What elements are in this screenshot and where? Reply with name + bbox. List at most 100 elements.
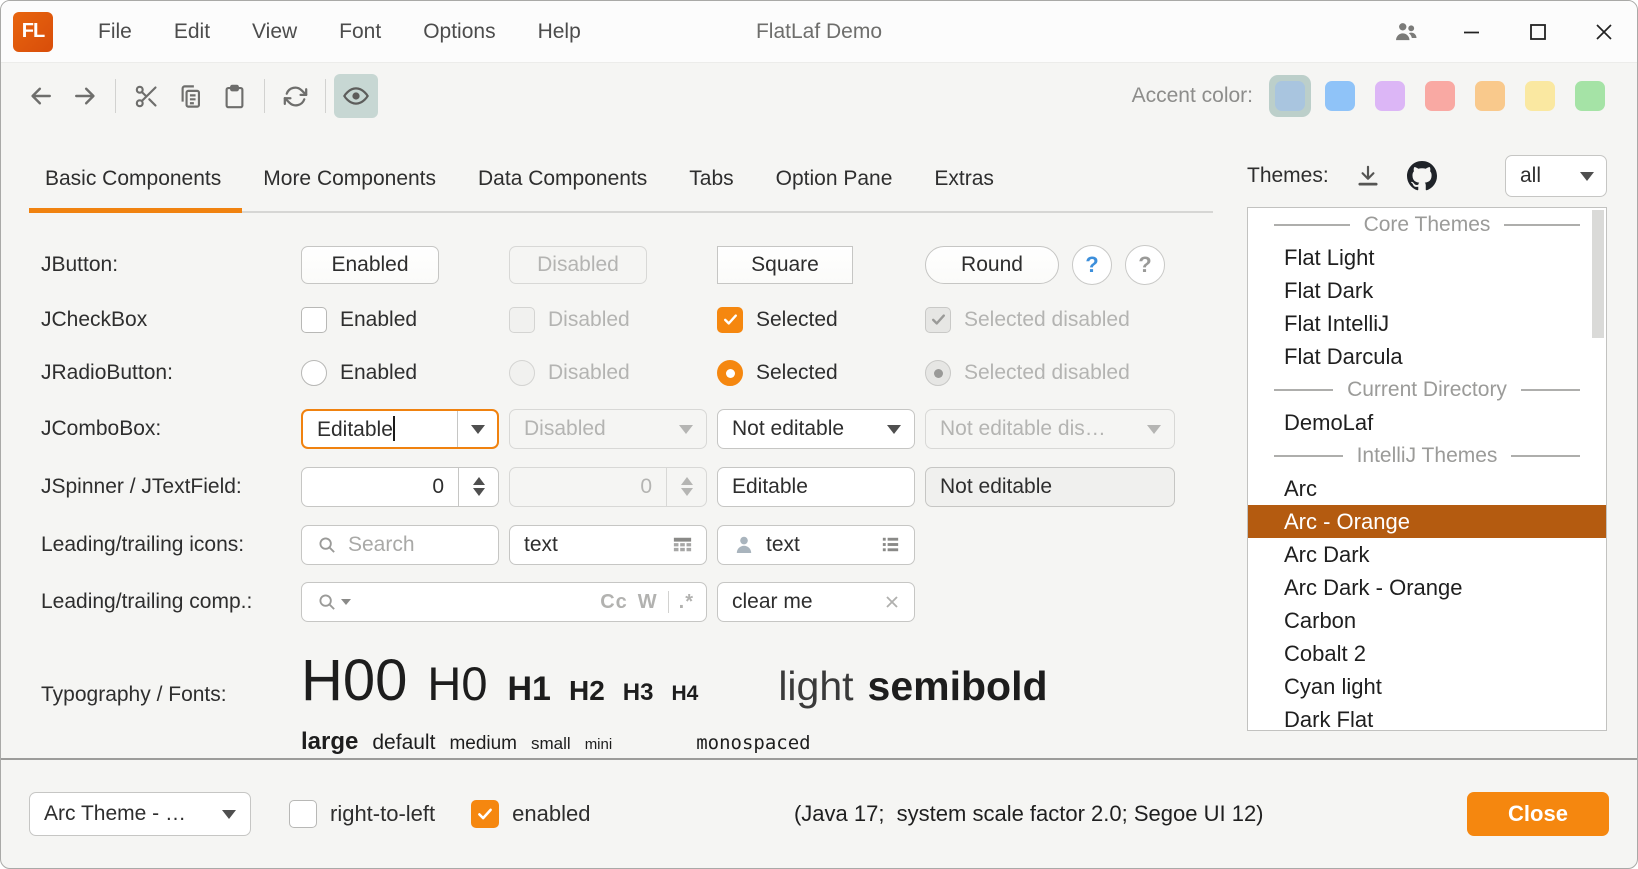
match-case-button[interactable]: Cc [600, 591, 628, 614]
menu-item-view[interactable]: View [231, 12, 318, 52]
radio-selected[interactable]: Selected [717, 360, 915, 386]
theme-item-dark-flat[interactable]: Dark Flat [1248, 703, 1606, 731]
radio-enabled[interactable]: Enabled [301, 360, 499, 386]
search-icon [316, 534, 338, 556]
themes-filter-combobox[interactable]: all [1505, 155, 1607, 197]
enabled-checkbox[interactable]: enabled [471, 800, 590, 828]
regex-button[interactable]: .* [679, 591, 694, 614]
date-field[interactable]: text [509, 525, 707, 565]
help-button-gray[interactable]: ? [1125, 245, 1165, 285]
theme-item-carbon[interactable]: Carbon [1248, 604, 1606, 637]
accent-swatch-blue-muted[interactable] [1269, 75, 1311, 117]
accent-swatch-purple[interactable] [1369, 75, 1411, 117]
textfield-value[interactable]: Editable [732, 475, 902, 499]
clearable-field-value[interactable]: clear me [732, 590, 872, 614]
theme-item-arc-orange[interactable]: Arc - Orange [1248, 505, 1606, 538]
combobox-value[interactable]: Editable [317, 418, 393, 441]
theme-item-arc-dark-orange[interactable]: Arc Dark - Orange [1248, 571, 1606, 604]
copy-button[interactable] [168, 74, 212, 118]
theme-selector-combobox[interactable]: Arc Theme - … [29, 792, 251, 836]
radio-icon[interactable] [301, 360, 327, 386]
accent-swatch-yellow[interactable] [1519, 75, 1561, 117]
combobox-not-editable[interactable]: Not editable [717, 409, 915, 449]
calendar-icon[interactable] [671, 533, 694, 556]
search-with-options-field[interactable]: Cc W .* [301, 582, 707, 622]
checkbox-checked-icon[interactable] [471, 800, 499, 828]
square-button[interactable]: Square [717, 246, 853, 284]
search-menu-button[interactable] [316, 591, 351, 613]
minimize-button[interactable] [1439, 1, 1505, 62]
round-button[interactable]: Round [925, 246, 1059, 284]
accent-swatch-red[interactable] [1419, 75, 1461, 117]
theme-item-flat-light[interactable]: Flat Light [1248, 241, 1606, 274]
theme-item-flat-intellij[interactable]: Flat IntelliJ [1248, 307, 1606, 340]
close-window-button[interactable] [1571, 1, 1637, 62]
cut-button[interactable] [124, 74, 168, 118]
paste-button[interactable] [212, 74, 256, 118]
radio-label: Disabled [548, 361, 630, 385]
menu-item-font[interactable]: Font [318, 12, 402, 52]
theme-item-demolaf[interactable]: DemoLaf [1248, 406, 1606, 439]
search-placeholder[interactable]: Search [348, 533, 486, 557]
tab-option-pane[interactable]: Option Pane [755, 167, 914, 213]
whole-word-button[interactable]: W [638, 591, 658, 614]
themes-filter-value: all [1520, 164, 1580, 188]
theme-item-arc-dark[interactable]: Arc Dark [1248, 538, 1606, 571]
checkbox-icon[interactable] [289, 800, 317, 828]
combobox-editable[interactable]: Editable [301, 409, 499, 449]
combobox-arrow-button [666, 410, 706, 448]
tab-extras[interactable]: Extras [913, 167, 1015, 213]
theme-item-cyan-light[interactable]: Cyan light [1248, 670, 1606, 703]
checkbox-enabled[interactable]: Enabled [301, 307, 499, 333]
refresh-button[interactable] [273, 74, 317, 118]
textfield-editable[interactable]: Editable [717, 467, 915, 507]
themes-list[interactable]: Core Themes Flat Light Flat Dark Flat In… [1247, 207, 1607, 731]
clearable-field[interactable]: clear me [717, 582, 915, 622]
list-menu-icon[interactable] [879, 533, 902, 556]
tab-tabs[interactable]: Tabs [668, 167, 754, 213]
download-theme-icon[interactable] [1355, 163, 1381, 189]
menu-item-edit[interactable]: Edit [153, 12, 231, 52]
spinner-value[interactable]: 0 [302, 468, 458, 506]
toolbar: Accent color: [1, 63, 1637, 129]
spinner-enabled[interactable]: 0 [301, 467, 499, 507]
accent-swatch-orange[interactable] [1469, 75, 1511, 117]
chevron-down-icon [471, 425, 485, 434]
menu-item-options[interactable]: Options [402, 12, 516, 52]
theme-item-flat-dark[interactable]: Flat Dark [1248, 274, 1606, 307]
combobox-arrow-button[interactable] [457, 411, 497, 447]
menu-item-help[interactable]: Help [517, 12, 602, 52]
mini-sample: mini [585, 736, 613, 753]
tab-more-components[interactable]: More Components [242, 167, 457, 213]
search-field[interactable]: Search [301, 525, 499, 565]
spinner-arrows[interactable] [458, 468, 498, 506]
help-button-blue[interactable]: ? [1072, 245, 1112, 285]
radio-selected-icon[interactable] [717, 360, 743, 386]
show-hidden-toggle-button[interactable] [334, 74, 378, 118]
theme-item-flat-darcula[interactable]: Flat Darcula [1248, 340, 1606, 373]
theme-item-arc[interactable]: Arc [1248, 472, 1606, 505]
menu-item-file[interactable]: File [77, 12, 153, 52]
enabled-button[interactable]: Enabled [301, 246, 439, 284]
maximize-button[interactable] [1505, 1, 1571, 62]
users-icon[interactable] [1373, 1, 1439, 62]
back-button[interactable] [19, 74, 63, 118]
checkbox-checked-icon[interactable] [717, 307, 743, 333]
close-button[interactable]: Close [1467, 792, 1609, 836]
github-icon[interactable] [1407, 161, 1437, 191]
scrollbar-thumb[interactable] [1592, 210, 1604, 338]
checkbox-selected[interactable]: Selected [717, 307, 915, 333]
user-field-value[interactable]: text [766, 533, 869, 557]
theme-item-cobalt-2[interactable]: Cobalt 2 [1248, 637, 1606, 670]
checkbox-icon[interactable] [301, 307, 327, 333]
tab-data-components[interactable]: Data Components [457, 167, 668, 213]
combobox-arrow-button[interactable] [874, 410, 914, 448]
forward-button[interactable] [63, 74, 107, 118]
accent-swatch-blue[interactable] [1319, 75, 1361, 117]
date-field-value[interactable]: text [524, 533, 661, 557]
accent-swatch-green[interactable] [1569, 75, 1611, 117]
user-field[interactable]: text [717, 525, 915, 565]
tab-basic-components[interactable]: Basic Components [29, 167, 242, 213]
clear-icon[interactable] [882, 592, 902, 612]
right-to-left-checkbox[interactable]: right-to-left [289, 800, 435, 828]
